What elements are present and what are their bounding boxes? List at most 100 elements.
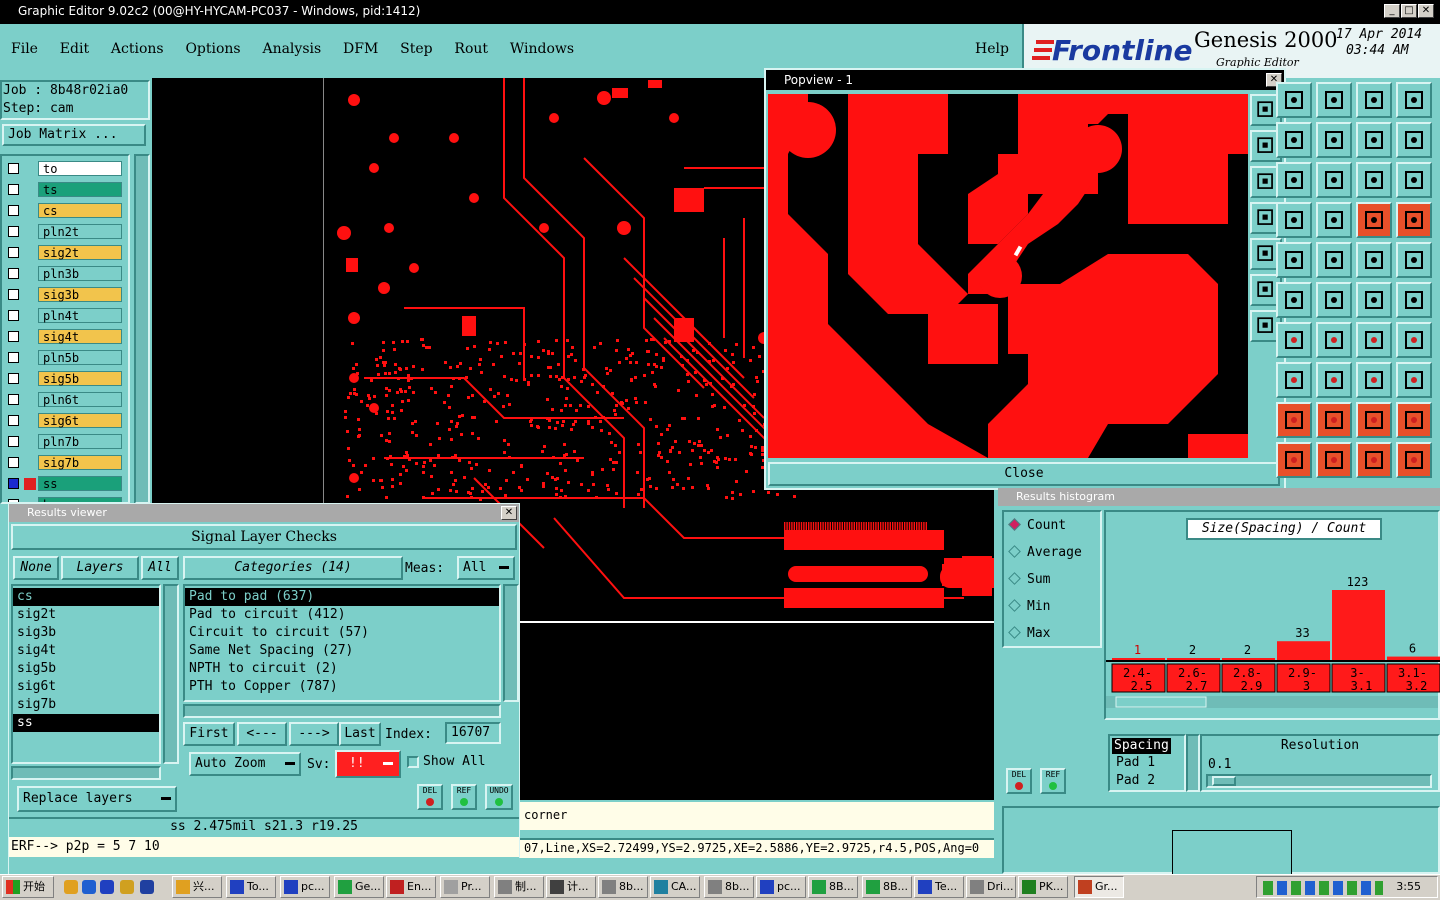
- net-a-icon[interactable]: [1276, 282, 1312, 318]
- layer-checkbox[interactable]: [8, 163, 19, 174]
- pad1-label[interactable]: Pad 1: [1112, 754, 1182, 772]
- category-item[interactable]: Circuit to circuit (57): [185, 624, 499, 642]
- mark-a-icon[interactable]: [1276, 362, 1312, 398]
- resize-icon[interactable]: [1356, 122, 1392, 158]
- menu-rout[interactable]: Rout: [454, 41, 488, 57]
- menu-dfm[interactable]: DFM: [343, 41, 378, 57]
- replace-layers-select[interactable]: Replace layers: [17, 786, 177, 812]
- mode-radio-count[interactable]: Count: [1008, 518, 1066, 536]
- quick-launch-icon[interactable]: [82, 880, 96, 894]
- taskbar-item[interactable]: Dri...: [966, 876, 1016, 898]
- taskbar-item[interactable]: Gr...: [1074, 876, 1124, 898]
- snap-icon[interactable]: [1316, 82, 1352, 118]
- layer-scrollbar[interactable]: [134, 154, 150, 504]
- shape-a-icon[interactable]: [1316, 242, 1352, 278]
- layer-checkbox[interactable]: [8, 352, 19, 363]
- menu-file[interactable]: File: [11, 41, 38, 57]
- move-step-icon[interactable]: [1276, 202, 1312, 238]
- shape-c-icon[interactable]: [1396, 242, 1432, 278]
- menu-actions[interactable]: Actions: [111, 41, 164, 57]
- result-layer-item[interactable]: sig6t: [13, 678, 159, 696]
- undo-button[interactable]: UNDO: [485, 784, 513, 810]
- categories-list[interactable]: Pad to pad (637) Pad to circuit (412) Circ…: [183, 584, 501, 702]
- spacing-header[interactable]: Spacing: [1112, 738, 1171, 754]
- cursor-b-icon[interactable]: [1316, 442, 1352, 478]
- maximize-button[interactable]: □: [1401, 4, 1417, 18]
- layers-button[interactable]: Layers: [61, 556, 139, 580]
- taskbar-item[interactable]: pc...: [756, 876, 806, 898]
- taskbar-item[interactable]: To...: [226, 876, 276, 898]
- taskbar-item[interactable]: 兴...: [172, 876, 222, 898]
- result-layer-item[interactable]: ss: [13, 714, 159, 732]
- mode-radio-max[interactable]: Max: [1008, 626, 1050, 644]
- job-matrix-button[interactable]: Job Matrix ...: [2, 124, 146, 146]
- mode-radio-average[interactable]: Average: [1008, 545, 1082, 563]
- quick-launch-icon[interactable]: [100, 880, 114, 894]
- index-input[interactable]: 16707: [445, 722, 501, 744]
- cursor-a-icon[interactable]: [1276, 442, 1312, 478]
- taskbar-item[interactable]: 8b...: [704, 876, 754, 898]
- taskbar-item[interactable]: Ge...: [334, 876, 384, 898]
- layer-row-ss[interactable]: ss: [6, 475, 122, 492]
- edit-b-icon[interactable]: [1316, 402, 1352, 438]
- net-b-icon[interactable]: [1316, 282, 1352, 318]
- taskbar-item[interactable]: pc...: [280, 876, 330, 898]
- start-button[interactable]: 开始: [2, 876, 54, 898]
- scale-1-to-1-icon[interactable]: [1316, 162, 1352, 198]
- mode-radio-min[interactable]: Min: [1008, 599, 1050, 617]
- menu-options[interactable]: Options: [185, 41, 240, 57]
- categories-scrollbar[interactable]: [503, 584, 519, 702]
- layer-row-pln3b[interactable]: pln3b: [6, 265, 122, 282]
- layer-row-pln2t[interactable]: pln2t: [6, 223, 122, 240]
- result-layer-item[interactable]: sig3b: [13, 624, 159, 642]
- taskbar-item[interactable]: CA...: [650, 876, 700, 898]
- line-b-icon[interactable]: [1316, 322, 1352, 358]
- sv-select[interactable]: !!: [335, 750, 401, 778]
- layer-list[interactable]: to ts cs pln2t sig2t pln3b sig3b pln4t sig4t pln5…: [0, 154, 130, 504]
- help-icon[interactable]: [1356, 162, 1392, 198]
- taskbar-item[interactable]: 8B...: [862, 876, 912, 898]
- result-layer-item[interactable]: sig2t: [13, 606, 159, 624]
- results-layer-scrollbar[interactable]: [163, 584, 179, 764]
- last-button[interactable]: Last: [339, 722, 381, 746]
- layer-checkbox[interactable]: [8, 184, 19, 195]
- histogram-detail-scrollbar[interactable]: [1186, 734, 1200, 792]
- results-viewer-close-icon[interactable]: ✕: [501, 506, 517, 520]
- taskbar-item[interactable]: En...: [386, 876, 436, 898]
- resolution-slider-thumb[interactable]: [1212, 776, 1236, 786]
- taskbar-item[interactable]: Pr...: [440, 876, 490, 898]
- none-button[interactable]: None: [13, 556, 59, 580]
- categories-hscroll[interactable]: [183, 704, 501, 718]
- layer-checkbox[interactable]: [8, 394, 19, 405]
- results-layer-list[interactable]: cs sig2t sig3b sig4t sig5b sig6t sig7b ss: [11, 584, 161, 764]
- menu-step[interactable]: Step: [400, 41, 432, 57]
- net-c-icon[interactable]: [1356, 282, 1392, 318]
- resolution-slider[interactable]: [1206, 774, 1432, 788]
- layer-row-sig7b[interactable]: sig7b: [6, 454, 122, 471]
- menu-windows[interactable]: Windows: [510, 41, 574, 57]
- category-item[interactable]: Same Net Spacing (27): [185, 642, 499, 660]
- edit-d-icon[interactable]: [1396, 402, 1432, 438]
- layer-row-sig6t[interactable]: sig6t: [6, 412, 122, 429]
- category-item[interactable]: Pad to circuit (412): [185, 606, 499, 624]
- edit-a-icon[interactable]: [1276, 402, 1312, 438]
- prev-button[interactable]: <---: [237, 722, 287, 746]
- layer-checkbox[interactable]: [8, 268, 19, 279]
- layer-checkbox[interactable]: [8, 247, 19, 258]
- results-layer-hscroll[interactable]: [11, 766, 161, 780]
- split-icon[interactable]: [1396, 322, 1432, 358]
- taskbar-item[interactable]: Te...: [914, 876, 964, 898]
- pan-icon[interactable]: [1396, 122, 1432, 158]
- edit-c-icon[interactable]: [1356, 402, 1392, 438]
- copy-icon[interactable]: [1316, 122, 1352, 158]
- mark-b-icon[interactable]: [1316, 362, 1352, 398]
- histogram-del-button[interactable]: DEL: [1006, 768, 1032, 794]
- close-window-button[interactable]: ✕: [1418, 4, 1434, 18]
- menu-analysis[interactable]: Analysis: [262, 41, 321, 57]
- layer-checkbox[interactable]: [8, 226, 19, 237]
- minimize-button[interactable]: _: [1384, 4, 1400, 18]
- cursor-d-icon[interactable]: [1396, 442, 1432, 478]
- layer-checkbox[interactable]: [8, 373, 19, 384]
- category-item[interactable]: NPTH to circuit (2): [185, 660, 499, 678]
- taskbar-item[interactable]: 8b...: [598, 876, 648, 898]
